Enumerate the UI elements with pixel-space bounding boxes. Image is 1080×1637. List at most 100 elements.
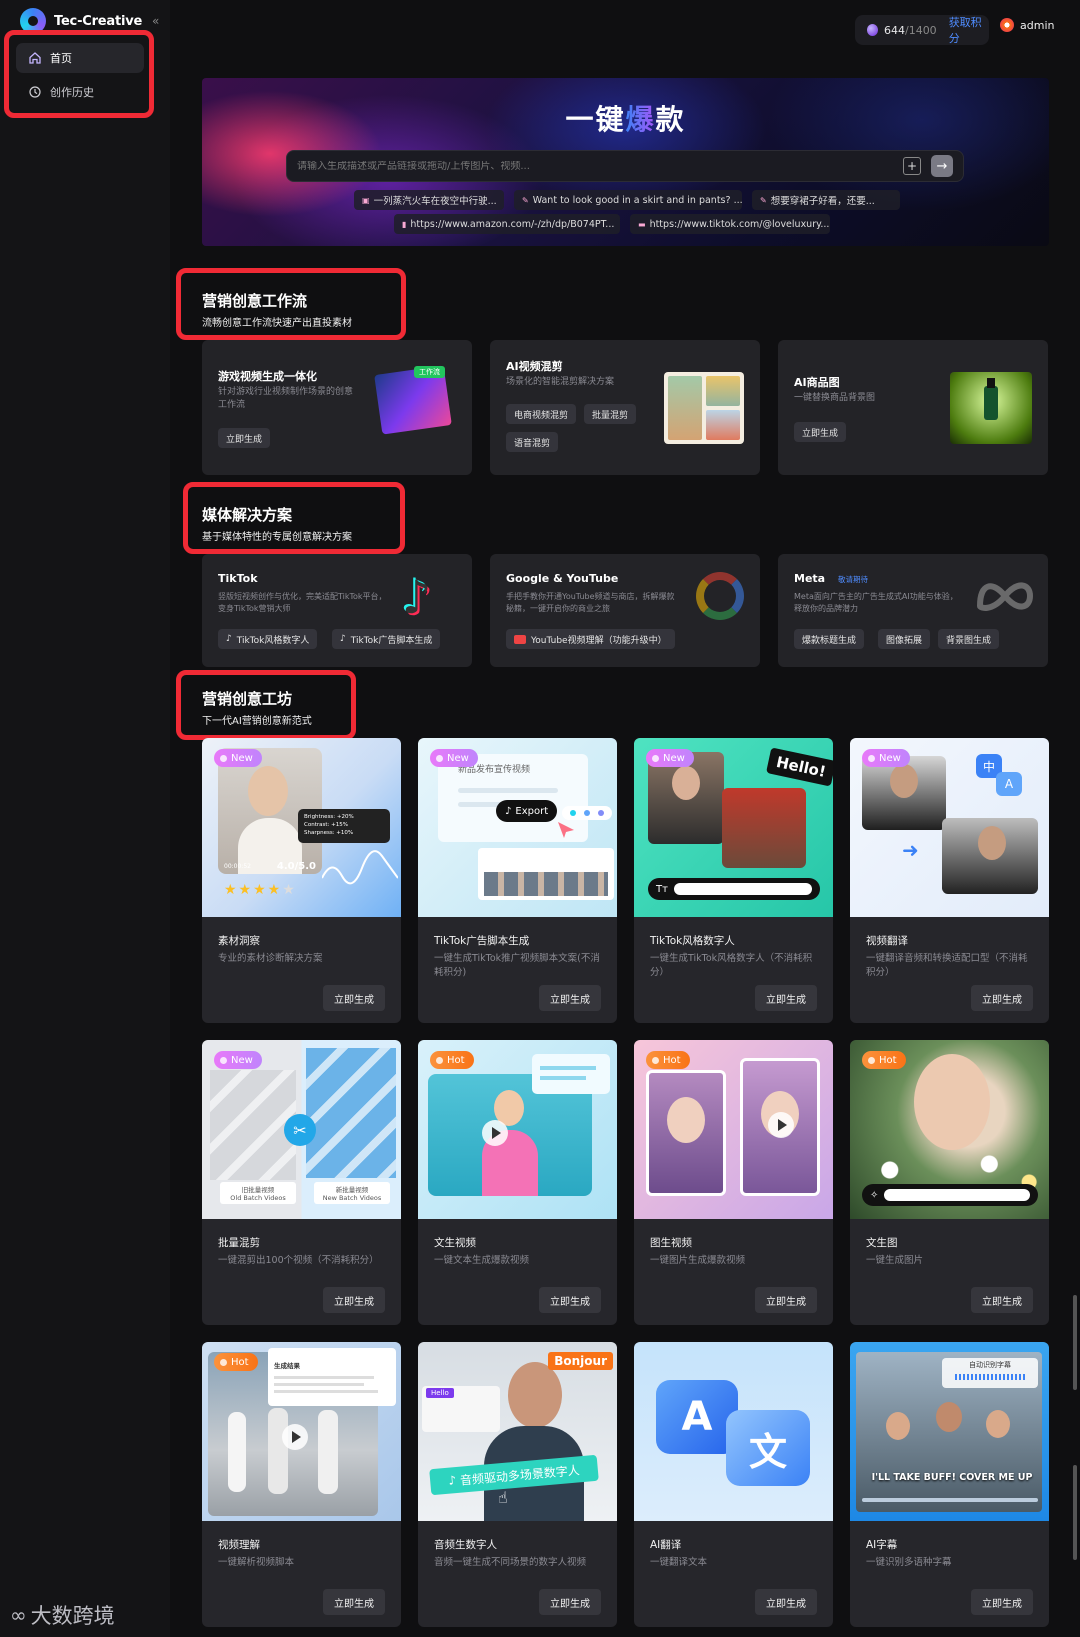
generate-button[interactable]: 立即生成: [323, 1287, 385, 1313]
workflow-card-ai-product-image[interactable]: AI商品图 一键替换商品背景图 立即生成: [778, 340, 1048, 475]
tile-batch-remix[interactable]: ✂ 旧批量视频 Old Batch Videos 新批量视频 New Batch V…: [202, 1040, 401, 1325]
tile-text-to-video[interactable]: Hot 文生视频 一键文本生成爆款视频 立即生成: [418, 1040, 617, 1325]
tile-video-understanding[interactable]: 生成结果 Hot 视频理解 一键解析视频脚本 立即生成: [202, 1342, 401, 1627]
tile-desc: 一键解析视频脚本: [218, 1557, 295, 1568]
generate-button[interactable]: 立即生成: [755, 1589, 817, 1615]
tile-title: 视频理解: [218, 1539, 260, 1551]
tile-desc: 一键识别多语种字幕: [866, 1557, 952, 1568]
new-badge: New: [214, 1051, 262, 1069]
arrow-right-icon[interactable]: →: [931, 155, 953, 177]
credits-total: /1400: [904, 23, 937, 37]
card-desc: 竖版短视频创作与优化，完美适配TikTok平台，变身TikTok营销大师: [218, 592, 387, 613]
tile-audio-digital-human[interactable]: Bonjour Hello ♪ 音频驱动多场景数字人 ☝ 音频生数字人 音频一键生…: [418, 1342, 617, 1627]
sidebar-item-home[interactable]: 首页: [16, 43, 144, 73]
youtube-understanding-button[interactable]: YouTube视频理解（功能升级中）: [506, 629, 675, 649]
ecommerce-remix-button[interactable]: 电商视频混剪: [506, 404, 577, 424]
play-icon: [282, 1424, 308, 1450]
voice-remix-button[interactable]: 语音混剪: [506, 432, 559, 452]
card-title: AI视频混剪: [506, 360, 563, 373]
hot-badge: Hot: [430, 1051, 474, 1069]
generate-button[interactable]: 立即生成: [323, 1589, 385, 1615]
section-subtitle: 基于媒体特性的专属创意解决方案: [202, 532, 352, 543]
sidebar-item-label: 创作历史: [50, 86, 94, 99]
play-icon: [482, 1120, 508, 1146]
prompt-bar: ✧: [862, 1184, 1038, 1206]
google-logo-icon: [696, 572, 744, 620]
scrollbar-thumb[interactable]: [1073, 1295, 1077, 1390]
tile-title: 文生视频: [434, 1237, 476, 1249]
tiktok-ad-script-button[interactable]: ♪ TikTok广告脚本生成: [332, 629, 441, 649]
tile-image: Bonjour Hello ♪ 音频驱动多场景数字人 ☝: [418, 1342, 617, 1521]
prompt-chip[interactable]: ✎ Want to look good in a skirt and in pan…: [514, 190, 742, 210]
media-card-tiktok[interactable]: TikTok 竖版短视频创作与优化，完美适配TikTok平台，变身TikTok营…: [202, 554, 472, 667]
prompt-chip[interactable]: ▣ 一列蒸汽火车在夜空中行驶...: [354, 190, 504, 210]
media-card-meta[interactable]: Meta 敬请期待 Meta面向广告主的广告生成式AI功能与体验，释放你的品牌潜…: [778, 554, 1048, 667]
tile-image-to-video[interactable]: Hot 图生视频 一键图片生成爆款视频 立即生成: [634, 1040, 833, 1325]
new-badge: New: [430, 749, 478, 767]
tile-title: TikTok广告脚本生成: [434, 935, 530, 947]
image-expand-button[interactable]: 图像拓展: [878, 629, 931, 649]
generate-button[interactable]: 立即生成: [323, 985, 385, 1011]
home-icon: [29, 52, 41, 64]
hot-badge: Hot: [214, 1353, 258, 1371]
prompt-chip[interactable]: ✎ 想要穿裙子好看，还要...: [752, 190, 900, 210]
earn-credits-link[interactable]: 获取积分: [949, 14, 989, 46]
tile-video-translate[interactable]: 中 A ➜ New 视频翻译 一键翻译音频和转换适配口型（不消耗积分） 立即生成: [850, 738, 1049, 1023]
new-badge: New: [862, 749, 910, 767]
time-label: 00:00:52: [224, 863, 251, 870]
tiktok-digital-human-button[interactable]: ♪ TikTok风格数字人: [218, 629, 318, 649]
score-label: 4.0/5.0: [276, 861, 316, 872]
generate-button[interactable]: 立即生成: [755, 1287, 817, 1313]
user-menu[interactable]: admin: [1000, 18, 1054, 32]
tile-text-to-image[interactable]: ✧ Hot 文生图 一键生成图片 立即生成: [850, 1040, 1049, 1325]
background-gen-button[interactable]: 背景图生成: [938, 629, 1000, 649]
viral-title-button[interactable]: 爆款标题生成: [794, 629, 865, 649]
tile-desc: 一键图片生成爆款视频: [650, 1255, 746, 1266]
hero-title: 一键爆款: [565, 103, 686, 136]
generate-button[interactable]: 立即生成: [539, 1589, 601, 1615]
tiktok-icon: ♪: [340, 634, 346, 644]
star-rating: ★★★★★: [224, 882, 297, 898]
prompt-search-bar: + →: [286, 150, 964, 182]
chip-icon: ▬: [638, 219, 646, 229]
sidebar-item-history[interactable]: 创作历史: [16, 77, 144, 107]
remix-illustration: [664, 372, 744, 444]
section-workshop-header: 营销创意工坊 下一代AI营销创意新范式: [202, 688, 312, 727]
tile-title: 图生视频: [650, 1237, 692, 1249]
generate-button[interactable]: 立即生成: [971, 1287, 1033, 1313]
prompt-chip[interactable]: ▬ https://www.tiktok.com/@loveluxury...: [630, 214, 830, 234]
music-note-icon: ♪: [447, 1473, 457, 1488]
upload-plus-icon[interactable]: +: [903, 157, 921, 175]
tile-asset-insight[interactable]: 00:00:52 4.0/5.0 Brightness: +20% Contras…: [202, 738, 401, 1023]
tile-ai-subtitle[interactable]: 自动识别字幕 I'LL TAKE BUFF! COVER ME UP AI字幕 …: [850, 1342, 1049, 1627]
generate-button[interactable]: 立即生成: [971, 1589, 1033, 1615]
batch-remix-button[interactable]: 批量混剪: [584, 404, 637, 424]
prompt-chip[interactable]: ▮ https://www.amazon.com/-/zh/dp/B074PT..…: [394, 214, 620, 234]
chevrons-left-icon[interactable]: «: [152, 14, 159, 28]
tile-title: 文生图: [866, 1237, 898, 1249]
generate-button[interactable]: 立即生成: [218, 428, 271, 448]
tile-tiktok-digital-human[interactable]: Hello! Tт New TikTok风格数字人 一键生成TikTok风格数字…: [634, 738, 833, 1023]
generate-button[interactable]: 立即生成: [539, 1287, 601, 1313]
prompt-input[interactable]: [297, 160, 903, 172]
tile-tiktok-ad-script[interactable]: 新品发布宣传视频 ♪ Export New TikTok广告脚本生成 一键生成Ti…: [418, 738, 617, 1023]
tile-title: 音频生数字人: [434, 1539, 497, 1551]
media-card-google-youtube[interactable]: Google & YouTube 手把手教你开通YouTube频道与商店，拆解爆…: [490, 554, 760, 667]
generate-button[interactable]: 立即生成: [755, 985, 817, 1011]
tile-desc: 一键翻译音频和转换适配口型（不消耗积分）: [866, 953, 1028, 978]
generate-button[interactable]: 立即生成: [539, 985, 601, 1011]
workflow-card-ai-remix[interactable]: AI视频混剪 场景化的智能混剪解决方案 电商视频混剪 批量混剪 语音混剪: [490, 340, 760, 475]
export-pill: ♪ Export: [496, 800, 558, 822]
film-strip: [478, 848, 614, 900]
credits-pill[interactable]: 644/1400 获取积分: [855, 15, 989, 45]
tile-ai-translate[interactable]: A 文 AI翻译 一键翻译文本 立即生成: [634, 1342, 833, 1627]
chip-icon: ✎: [760, 195, 767, 205]
scrollbar-thumb[interactable]: [1073, 1465, 1077, 1560]
card-desc: 场景化的智能混剪解决方案: [506, 377, 615, 387]
generate-button[interactable]: 立即生成: [971, 985, 1033, 1011]
generate-button[interactable]: 立即生成: [794, 422, 847, 442]
watermark: ∞ 大数跨境: [10, 1600, 115, 1630]
hot-badge: Hot: [646, 1051, 690, 1069]
workflow-card-game-video[interactable]: 游戏视频生成一体化 针对游戏行业视频制作场景的创意工作流 立即生成 工作流: [202, 340, 472, 475]
product-image-illustration: [950, 372, 1032, 444]
